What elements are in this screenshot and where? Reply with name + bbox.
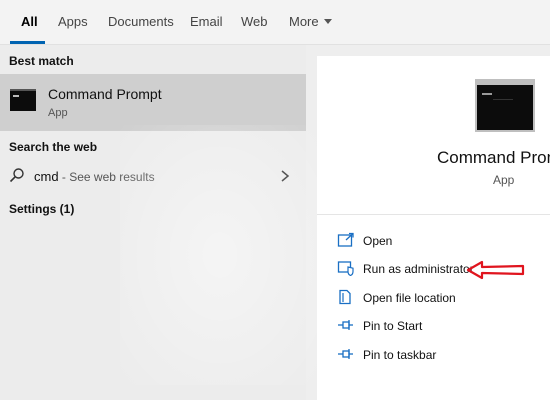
- open-icon: [337, 232, 354, 247]
- action-pin-to-start-label: Pin to Start: [363, 319, 423, 333]
- action-pin-to-taskbar[interactable]: Pin to taskbar: [317, 343, 550, 369]
- command-prompt-icon: [10, 89, 36, 111]
- action-open-file-location[interactable]: Open file location: [317, 286, 550, 312]
- action-run-as-administrator-label: Run as administrator: [363, 262, 474, 276]
- best-match-title: Command Prompt: [48, 86, 162, 102]
- tab-apps[interactable]: Apps: [58, 14, 88, 29]
- action-open-file-location-label: Open file location: [363, 291, 456, 305]
- command-prompt-icon: [475, 79, 535, 132]
- active-tab-indicator: [10, 41, 45, 44]
- shield-icon: [337, 261, 354, 276]
- chevron-down-icon: [323, 19, 332, 24]
- details-title: Command Prompt: [437, 148, 550, 167]
- search-icon: [9, 168, 24, 183]
- tab-all[interactable]: All: [21, 14, 38, 29]
- web-search-text: cmd - See web results: [34, 169, 155, 184]
- pin-icon: [338, 320, 353, 330]
- search-tabs-bar: All Apps Documents Email Web More: [0, 0, 550, 45]
- details-pane: Command Prompt App Open Run as administr…: [317, 56, 550, 400]
- action-open-label: Open: [363, 234, 393, 248]
- tab-documents[interactable]: Documents: [108, 14, 174, 29]
- best-match-subtitle: App: [48, 107, 68, 119]
- settings-heading[interactable]: Settings (1): [9, 202, 74, 216]
- tab-more-label: More: [289, 14, 319, 29]
- action-pin-to-taskbar-label: Pin to taskbar: [363, 348, 437, 362]
- tab-more[interactable]: More: [289, 14, 332, 29]
- divider: [317, 214, 550, 215]
- results-pane: Best match Command Prompt App Search the…: [0, 45, 320, 400]
- tab-web[interactable]: Web: [241, 14, 268, 29]
- action-pin-to-start[interactable]: Pin to Start: [317, 314, 550, 340]
- details-subtitle: App: [493, 173, 515, 187]
- best-match-heading: Best match: [9, 54, 74, 68]
- web-search-term: cmd: [34, 169, 59, 184]
- tab-email[interactable]: Email: [190, 14, 223, 29]
- chevron-right-icon: [281, 170, 290, 182]
- file-location-icon: [339, 289, 351, 305]
- action-open[interactable]: Open: [317, 229, 550, 255]
- best-match-item-command-prompt[interactable]: Command Prompt App: [0, 74, 306, 131]
- red-arrow-icon: [466, 260, 525, 280]
- search-web-heading: Search the web: [9, 140, 98, 154]
- web-search-item[interactable]: cmd - See web results: [0, 163, 306, 191]
- web-search-suffix: - See web results: [58, 170, 155, 184]
- pin-icon: [338, 349, 353, 359]
